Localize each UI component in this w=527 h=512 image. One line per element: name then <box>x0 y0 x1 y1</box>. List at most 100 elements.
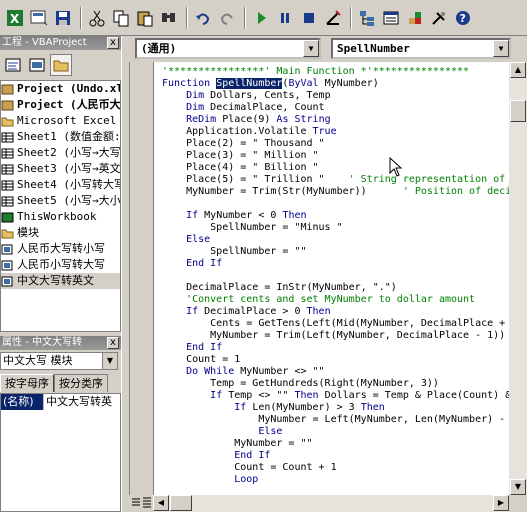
window-splitter[interactable] <box>121 36 129 512</box>
scroll-left-icon[interactable]: ◀ <box>153 495 169 511</box>
scroll-thumb[interactable] <box>170 495 192 511</box>
property-value[interactable]: 中文大写转英 <box>43 394 120 410</box>
code-line[interactable]: If MyNumber < 0 Then <box>162 210 509 222</box>
run-icon[interactable] <box>250 7 272 29</box>
procedure-combo[interactable]: SpellNumber ▼ <box>331 38 511 59</box>
code-editor[interactable]: '****************' Main Function *'*****… <box>129 62 509 495</box>
code-line[interactable]: Count = 1 <box>162 354 509 366</box>
code-line[interactable]: MyNumber = "" <box>162 438 509 450</box>
properties-window-icon[interactable] <box>380 7 402 29</box>
code-line[interactable]: Dim DecimalPlace, Count <box>162 102 509 114</box>
code-line[interactable]: Else <box>162 234 509 246</box>
chevron-down-icon[interactable]: ▼ <box>493 40 509 57</box>
tree-item[interactable]: 人民币小写转大写 <box>1 257 120 273</box>
copy-icon[interactable] <box>110 7 132 29</box>
code-line[interactable]: Temp = GetHundreds(Right(MyNumber, 3)) <box>162 378 509 390</box>
tree-item[interactable]: Sheet4 (小写转大写 <box>1 177 120 193</box>
vertical-scrollbar[interactable]: ▲ ▼ <box>509 62 527 495</box>
code-line[interactable]: End If <box>162 258 509 270</box>
excel-icon[interactable]: X <box>4 7 26 29</box>
code-line[interactable]: Place(5) = " Trillion " ' String represe… <box>162 174 509 186</box>
chevron-down-icon[interactable]: ▼ <box>303 40 319 57</box>
tree-item[interactable]: 模块 <box>1 225 120 241</box>
code-line[interactable]: MyNumber = Left(MyNumber, Len(MyNumber) … <box>162 414 509 426</box>
scroll-thumb[interactable] <box>510 100 526 122</box>
tree-item-label: ThisWorkbook <box>17 210 97 223</box>
view-object-icon[interactable] <box>26 54 48 76</box>
code-line[interactable]: End If <box>162 342 509 354</box>
code-line[interactable]: Cents = GetTens(Left(Mid(MyNumber, Decim… <box>162 318 509 330</box>
tree-item[interactable]: Project (人民币大 <box>1 97 120 113</box>
code-line[interactable]: SpellNumber = "Minus " <box>162 222 509 234</box>
design-mode-icon[interactable] <box>322 7 344 29</box>
tree-item[interactable]: Sheet5 (小写→大小 <box>1 193 120 209</box>
tree-item[interactable]: Sheet1 (数值金额: <box>1 129 120 145</box>
code-line[interactable]: Place(3) = " Million " <box>162 150 509 162</box>
chevron-down-icon[interactable]: ▼ <box>102 353 117 369</box>
code-line[interactable]: Loop <box>162 474 509 486</box>
code-token: Function <box>162 78 217 89</box>
tab-categorized[interactable]: 按分类序 <box>54 374 108 392</box>
code-line[interactable]: 'Convert cents and set MyNumber to dolla… <box>162 294 509 306</box>
tree-item[interactable]: 人民币大写转小写 <box>1 241 120 257</box>
cut-icon[interactable] <box>86 7 108 29</box>
tree-item[interactable]: Sheet2 (小写→大写 <box>1 145 120 161</box>
close-icon[interactable]: x <box>107 37 119 49</box>
object-combo[interactable]: (通用) ▼ <box>135 38 321 59</box>
procedure-view-icon[interactable] <box>131 497 141 509</box>
code-line[interactable]: '****************' Main Function *'*****… <box>162 66 509 78</box>
break-icon[interactable] <box>274 7 296 29</box>
project-explorer-icon[interactable] <box>356 7 378 29</box>
save-icon[interactable] <box>52 7 74 29</box>
tree-item[interactable]: Microsoft Excel 对象 <box>1 113 120 129</box>
tree-item[interactable]: ThisWorkbook <box>1 209 120 225</box>
code-line[interactable]: If Temp <> "" Then Dollars = Temp & Plac… <box>162 390 509 402</box>
code-line[interactable]: Do While MyNumber <> "" <box>162 366 509 378</box>
code-line[interactable]: Else <box>162 426 509 438</box>
object-browser-icon[interactable] <box>404 7 426 29</box>
code-line[interactable]: Application.Volatile True <box>162 126 509 138</box>
full-module-view-icon[interactable] <box>142 497 152 509</box>
code-text[interactable]: '****************' Main Function *'*****… <box>162 66 509 486</box>
code-line[interactable]: Count = Count + 1 <box>162 462 509 474</box>
view-code-icon[interactable] <box>2 54 24 76</box>
close-icon[interactable]: x <box>107 337 119 349</box>
code-line[interactable]: End If <box>162 450 509 462</box>
code-line[interactable]: If DecimalPlace > 0 Then <box>162 306 509 318</box>
code-line[interactable]: MyNumber = Trim(Left(MyNumber, DecimalPl… <box>162 330 509 342</box>
help-icon[interactable]: ? <box>452 7 474 29</box>
property-row-name[interactable]: (名称) 中文大写转英 <box>1 394 120 410</box>
tab-alphabetic[interactable]: 按字母序 <box>0 374 54 392</box>
tree-item[interactable]: Sheet3 (小写→英文 <box>1 161 120 177</box>
toggle-folders-icon[interactable] <box>50 54 72 76</box>
redo-icon[interactable] <box>216 7 238 29</box>
margin-indicator-bar[interactable] <box>130 62 154 495</box>
object-selector[interactable]: 中文大写 模块 ▼ <box>0 352 118 370</box>
tree-item[interactable]: Project (Undo.xla) <box>1 81 120 97</box>
scroll-right-icon[interactable]: ▶ <box>493 495 509 511</box>
code-line[interactable]: Place(4) = " Billion " <box>162 162 509 174</box>
code-line[interactable]: DecimalPlace = InStr(MyNumber, ".") <box>162 282 509 294</box>
scroll-up-icon[interactable]: ▲ <box>510 62 526 78</box>
paste-icon[interactable] <box>134 7 156 29</box>
code-line[interactable]: MyNumber = Trim(Str(MyNumber)) ' Positio… <box>162 186 509 198</box>
reset-icon[interactable] <box>298 7 320 29</box>
code-line[interactable]: ReDim Place(9) As String <box>162 114 509 126</box>
code-line[interactable]: Dim Dollars, Cents, Temp <box>162 90 509 102</box>
insert-object-icon[interactable] <box>28 7 50 29</box>
code-line[interactable]: Place(2) = " Thousand " <box>162 138 509 150</box>
find-icon[interactable] <box>158 7 180 29</box>
svg-text:?: ? <box>460 12 466 25</box>
toolbox-icon[interactable] <box>428 7 450 29</box>
code-line[interactable] <box>162 198 509 210</box>
undo-icon[interactable] <box>192 7 214 29</box>
code-line[interactable] <box>162 270 509 282</box>
code-line[interactable]: Function SpellNumber(ByVal MyNumber) <box>162 78 509 90</box>
scroll-down-icon[interactable]: ▼ <box>510 479 526 495</box>
code-line[interactable]: SpellNumber = "" <box>162 246 509 258</box>
horizontal-scrollbar[interactable]: ◀ ▶ <box>153 495 509 512</box>
code-line[interactable]: If Len(MyNumber) > 3 Then <box>162 402 509 414</box>
tree-item[interactable]: 中文大写转英文 <box>1 273 120 289</box>
project-tree[interactable]: Project (Undo.xla) Project (人民币大 Microsoft… <box>0 80 121 332</box>
